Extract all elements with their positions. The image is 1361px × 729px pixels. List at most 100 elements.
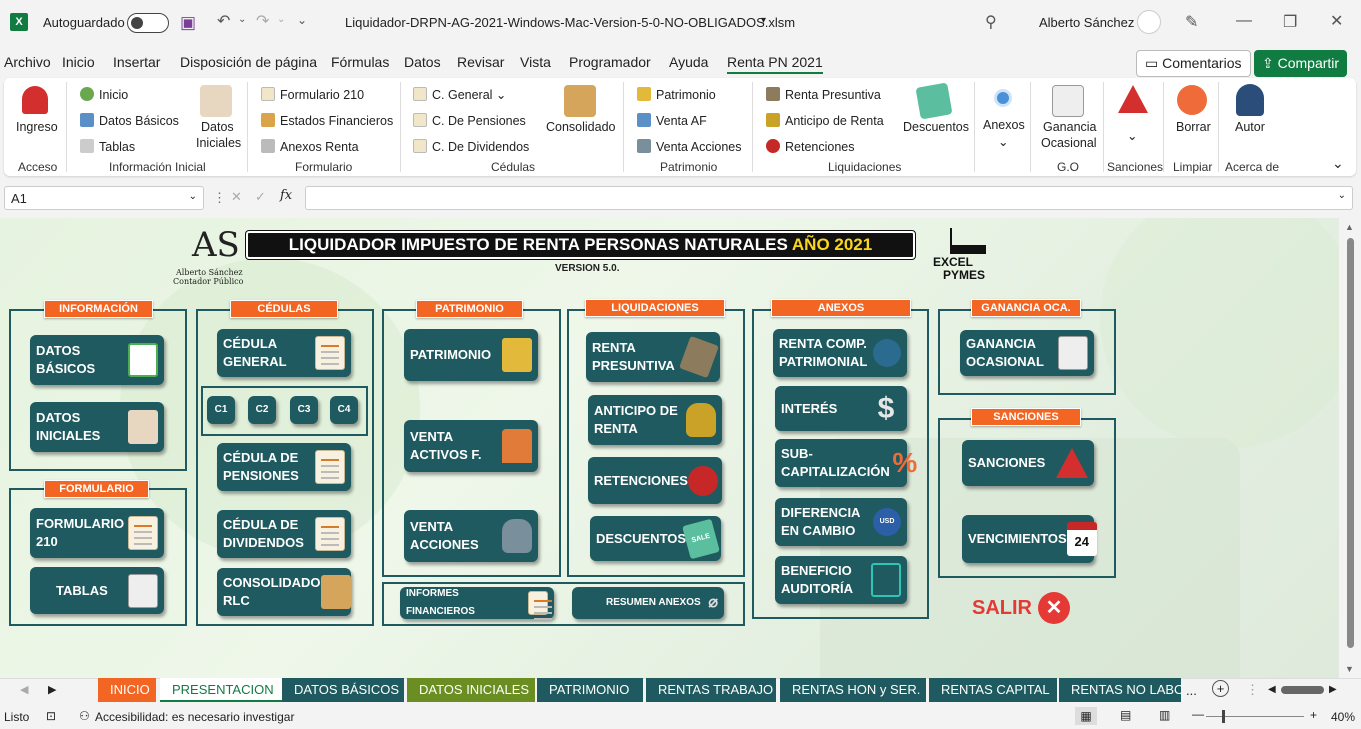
menu-vista[interactable]: Vista xyxy=(520,54,551,70)
anticipo-button[interactable]: ANTICIPO DE RENTA xyxy=(588,395,722,445)
close-icon[interactable]: ✕ xyxy=(1330,11,1343,31)
avatar[interactable] xyxy=(1137,10,1161,34)
sheet-tab[interactable]: RENTAS CAPITAL xyxy=(929,678,1057,702)
ribbon-anticipo[interactable]: Anticipo de Renta xyxy=(766,113,884,128)
ribbon-ganancia-1[interactable]: Ganancia xyxy=(1043,120,1097,134)
sheet-tab[interactable]: RENTAS NO LABOR xyxy=(1059,678,1181,702)
chevron-down-icon[interactable]: ⌄ xyxy=(1127,128,1137,143)
sheet-tab[interactable]: PATRIMONIO xyxy=(537,678,643,702)
autosave-toggle[interactable] xyxy=(127,13,169,33)
comments-button[interactable]: ▭ Comentarios xyxy=(1136,50,1251,77)
ribbon-c-pensiones[interactable]: C. De Pensiones xyxy=(413,113,526,128)
insert-function-icon[interactable]: fx xyxy=(280,188,292,203)
menu-formulas[interactable]: Fórmulas xyxy=(331,54,389,70)
menu-insertar[interactable]: Insertar xyxy=(113,54,160,70)
formula-input[interactable]: ⌄ xyxy=(305,186,1353,210)
sheet-tab[interactable]: PRESENTACION xyxy=(160,678,282,702)
ribbon-ganancia-2[interactable]: Ocasional xyxy=(1041,136,1097,150)
patrimonio-button[interactable]: PATRIMONIO xyxy=(404,329,538,381)
more-tabs-icon[interactable]: ... xyxy=(1186,683,1197,698)
tab-next-icon[interactable]: ▶ xyxy=(48,683,56,696)
menu-disposicion[interactable]: Disposición de página xyxy=(180,54,317,70)
c2-button[interactable]: C2 xyxy=(248,396,276,424)
ribbon-datos-basicos[interactable]: Datos Básicos xyxy=(80,113,179,128)
datos-basicos-button[interactable]: DATOS BÁSICOS xyxy=(30,335,164,385)
ribbon-anexos[interactable]: Anexos xyxy=(983,118,1025,132)
pen-icon[interactable]: ✎ xyxy=(1185,12,1198,32)
consolidado-button[interactable]: CONSOLIDADO RLC xyxy=(217,568,351,616)
cancel-icon[interactable]: ✕ xyxy=(231,189,242,205)
ribbon-patrimonio[interactable]: Patrimonio xyxy=(637,87,716,102)
ribbon-descuentos[interactable]: Descuentos xyxy=(903,120,969,134)
ribbon-renta-presuntiva[interactable]: Renta Presuntiva xyxy=(766,87,881,102)
redo-icon[interactable]: ↷ xyxy=(256,11,269,31)
resumen-anexos-button[interactable]: RESUMEN ANEXOS ⌀ xyxy=(572,587,724,619)
ribbon-autor[interactable]: Autor xyxy=(1235,120,1265,134)
page-break-icon[interactable]: ▥ xyxy=(1159,708,1170,722)
sheet-tab[interactable]: RENTAS TRABAJO xyxy=(646,678,776,702)
name-box[interactable]: A1 ⌄ xyxy=(4,186,204,210)
renta-presuntiva-button[interactable]: RENTA PRESUNTIVA xyxy=(586,332,720,382)
macro-icon[interactable]: ⊡ xyxy=(46,709,56,723)
interes-button[interactable]: INTERÉS $ xyxy=(775,386,907,431)
sanciones-button[interactable]: SANCIONES xyxy=(962,440,1094,486)
redo-dropdown-icon[interactable]: ⌄ xyxy=(277,14,285,25)
share-button[interactable]: ⇪ Compartir xyxy=(1254,50,1348,77)
hscroll-left-icon[interactable]: ◀ xyxy=(1268,684,1276,695)
chevron-down-icon[interactable]: ▾ xyxy=(761,15,766,26)
subcapitalizacion-button[interactable]: SUB- CAPITALIZACIÓN% xyxy=(775,439,917,487)
horizontal-scrollbar[interactable] xyxy=(1281,686,1324,694)
add-sheet-icon[interactable]: + xyxy=(1212,680,1229,697)
restore-icon[interactable]: ❐ xyxy=(1283,12,1297,32)
zoom-level[interactable]: 40% xyxy=(1331,710,1355,724)
tablas-button[interactable]: TABLAS xyxy=(30,567,164,614)
people-icon[interactable] xyxy=(200,85,232,117)
accessibility-status[interactable]: Accesibilidad: es necesario investigar xyxy=(95,710,294,724)
ribbon-inicio[interactable]: Inicio xyxy=(80,87,128,102)
diferencia-cambio-button[interactable]: DIFERENCIA EN CAMBIO USD xyxy=(775,498,907,546)
salir-button[interactable]: SALIR ✕ xyxy=(972,592,1070,624)
sheet-tab[interactable]: RENTAS HON y SER. xyxy=(780,678,926,702)
ribbon-datos-iniciales-1[interactable]: Datos xyxy=(201,120,234,134)
c3-button[interactable]: C3 xyxy=(290,396,318,424)
lock-icon[interactable] xyxy=(22,86,48,114)
sale-tag-icon[interactable] xyxy=(915,82,953,120)
ribbon-tablas[interactable]: Tablas xyxy=(80,139,135,154)
ribbon-consolidado[interactable]: Consolidado xyxy=(546,120,616,134)
hscroll-right-icon[interactable]: ▶ xyxy=(1329,684,1337,695)
customize-toolbar-icon[interactable]: ⌄ xyxy=(297,13,307,27)
ribbon-estados-financieros[interactable]: Estados Financieros xyxy=(261,113,393,128)
anexos-icon[interactable] xyxy=(994,89,1012,107)
chevron-down-icon[interactable]: ⌄ xyxy=(998,134,1008,149)
menu-revisar[interactable]: Revisar xyxy=(457,54,504,70)
c1-button[interactable]: C1 xyxy=(207,396,235,424)
document-title[interactable]: Liquidador-DRPN-AG-2021-Windows-Mac-Vers… xyxy=(345,15,795,30)
cedula-dividendos-button[interactable]: CÉDULA DE DIVIDENDOS xyxy=(217,510,351,558)
zoom-out-icon[interactable]: — xyxy=(1192,707,1204,721)
c4-button[interactable]: C4 xyxy=(330,396,358,424)
menu-renta-pn[interactable]: Renta PN 2021 xyxy=(727,54,823,74)
retenciones-button[interactable]: RETENCIONES xyxy=(588,457,722,504)
menu-inicio[interactable]: Inicio xyxy=(62,54,95,70)
ribbon-borrar[interactable]: Borrar xyxy=(1176,120,1211,134)
page-layout-icon[interactable]: ▤ xyxy=(1120,708,1131,722)
minimize-icon[interactable]: — xyxy=(1236,12,1252,30)
sheet-tab[interactable]: DATOS BÁSICOS xyxy=(282,678,404,702)
sheet-tab[interactable]: INICIO xyxy=(98,678,156,702)
menu-archivo[interactable]: Archivo xyxy=(4,54,51,70)
undo-dropdown-icon[interactable]: ⌄ xyxy=(238,14,246,25)
ribbon-venta-acciones[interactable]: Venta Acciones xyxy=(637,139,741,154)
menu-datos[interactable]: Datos xyxy=(404,54,441,70)
ingreso-button[interactable]: Ingreso xyxy=(16,120,58,134)
search-icon[interactable]: ⚲ xyxy=(985,12,997,32)
beneficio-auditoria-button[interactable]: BENEFICIO AUDITORÍA xyxy=(775,556,907,604)
ribbon-retenciones[interactable]: Retenciones xyxy=(766,139,855,154)
normal-view-icon[interactable]: ▦ xyxy=(1075,707,1097,725)
trash-icon[interactable] xyxy=(1177,85,1207,115)
vertical-scrollbar[interactable]: ▲ ▼ xyxy=(1339,218,1361,678)
ribbon-anexos-renta[interactable]: Anexos Renta xyxy=(261,139,359,154)
tab-prev-icon[interactable]: ◀ xyxy=(20,683,28,696)
renta-comp-button[interactable]: RENTA COMP. PATRIMONIAL xyxy=(773,329,907,377)
informes-financieros-button[interactable]: INFORMES FINANCIEROS xyxy=(400,587,554,619)
warning-icon[interactable] xyxy=(1118,85,1148,113)
